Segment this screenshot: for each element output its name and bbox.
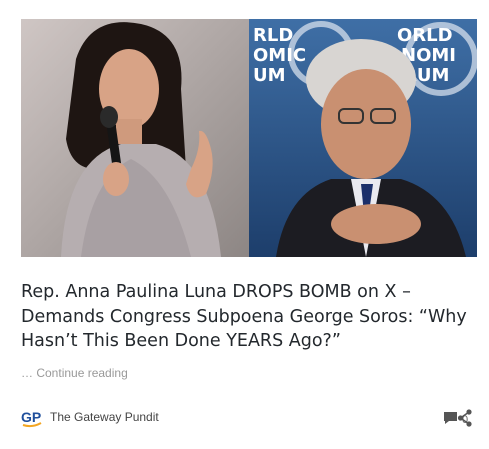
svg-text:ORLD: ORLD xyxy=(397,25,453,46)
post-card: RLD OMIC UM ORLD NOMI RUM Rep. Anna Paul… xyxy=(0,0,489,449)
share-icon[interactable] xyxy=(457,409,473,427)
photo-right: RLD OMIC UM ORLD NOMI RUM xyxy=(249,19,477,257)
site-logo-icon[interactable]: GP xyxy=(21,408,43,428)
post-footer: GP The Gateway Pundit 0 xyxy=(21,406,473,430)
photo-left xyxy=(21,19,249,257)
continue-reading: … Continue reading xyxy=(21,366,128,380)
ellipsis: … xyxy=(21,366,33,380)
svg-text:OMIC: OMIC xyxy=(253,45,306,66)
featured-image[interactable]: RLD OMIC UM ORLD NOMI RUM xyxy=(21,19,477,257)
post-title[interactable]: Rep. Anna Paulina Luna DROPS BOMB on X –… xyxy=(21,280,473,354)
site-name[interactable]: The Gateway Pundit xyxy=(50,410,159,424)
svg-text:RLD: RLD xyxy=(253,25,293,46)
svg-text:UM: UM xyxy=(253,65,286,86)
svg-text:GP: GP xyxy=(21,409,41,425)
comment-bubble-icon xyxy=(444,412,457,424)
continue-reading-link[interactable]: Continue reading xyxy=(36,366,127,380)
